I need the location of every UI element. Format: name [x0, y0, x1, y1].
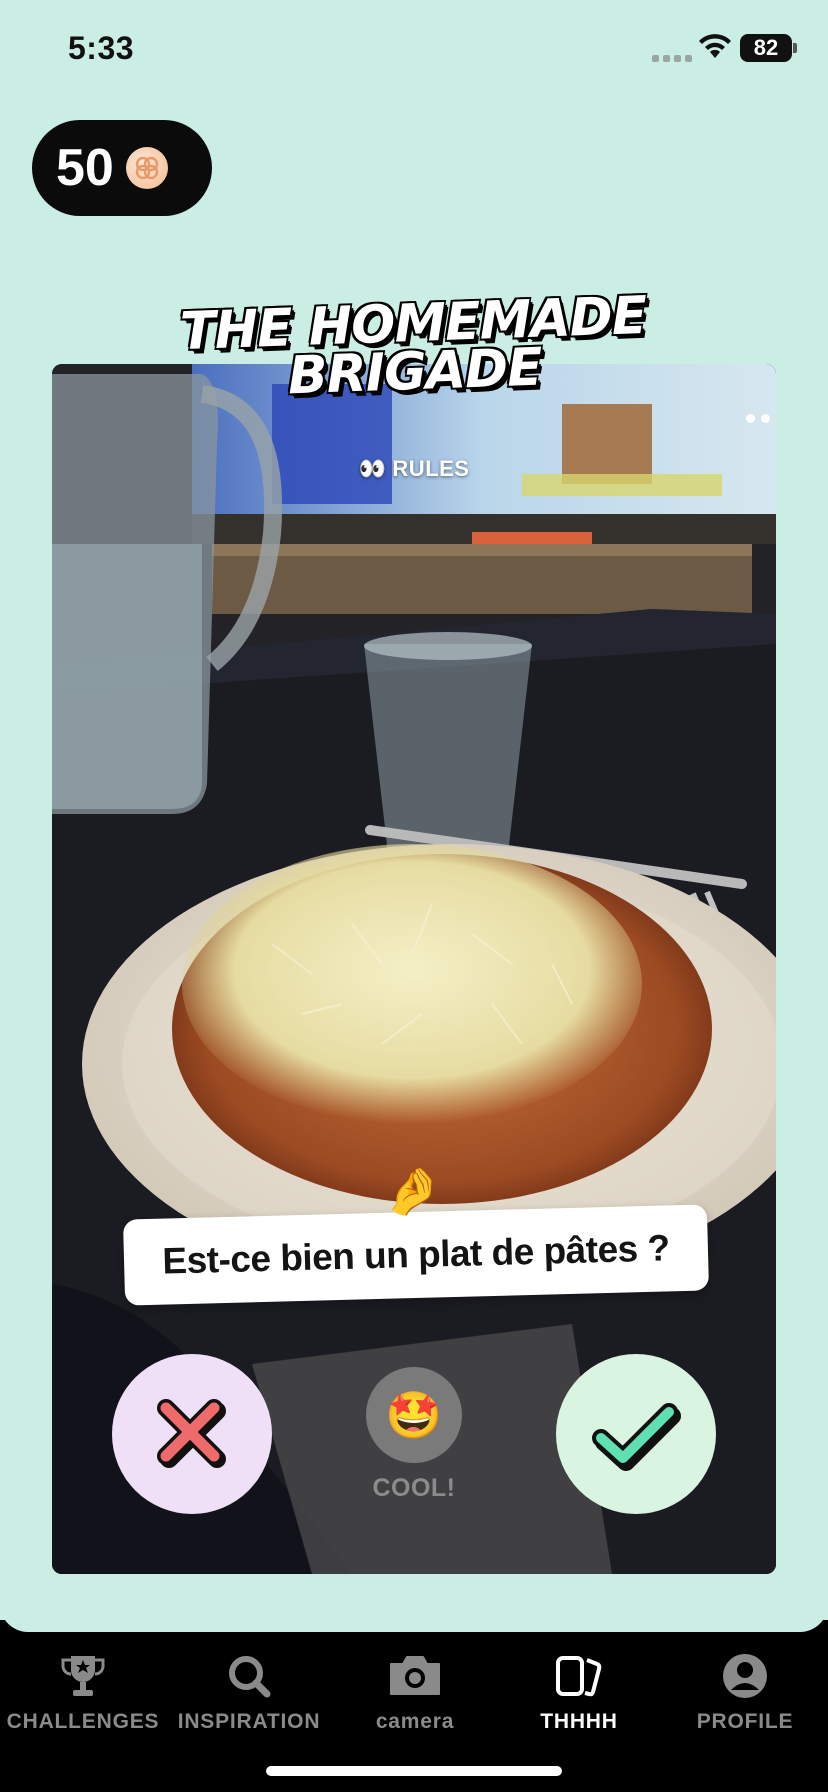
wifi-icon: [699, 34, 731, 58]
profile-icon: [723, 1654, 767, 1698]
reject-button[interactable]: [112, 1354, 272, 1514]
nav-label-challenges: CHALLENGES: [6, 1710, 160, 1733]
checkmark-icon: [592, 1403, 681, 1471]
coin-icon: [125, 147, 168, 189]
nav-label-inspiration: INSPIRATION: [177, 1710, 321, 1733]
cards-icon: [556, 1656, 602, 1697]
nav-label-profile: PROFILE: [696, 1710, 794, 1733]
search-icon: [229, 1656, 271, 1698]
nav-label-thhhh: THHHH: [540, 1710, 618, 1733]
star-struck-icon: 🤩: [385, 1388, 443, 1441]
eyes-icon: 👀: [358, 456, 387, 481]
coins-value: 50: [56, 139, 114, 197]
more-options-icon[interactable]: [746, 414, 776, 423]
cool-label: COOL!: [372, 1474, 456, 1502]
trophy-icon: [61, 1656, 105, 1696]
cellular-signal-icon: [652, 55, 692, 62]
cool-button[interactable]: 🤩: [366, 1367, 462, 1463]
status-time: 5:33: [68, 30, 135, 66]
nav-camera[interactable]: camera: [332, 1650, 498, 1734]
status-bar: 5:33 82: [0, 0, 828, 100]
approve-button[interactable]: [556, 1354, 716, 1514]
nav-thhhh[interactable]: THHHH: [496, 1650, 662, 1734]
bottom-navigation: CHALLENGES INSPIRATION camera THHHH PROF…: [0, 1592, 828, 1792]
nav-inspiration[interactable]: INSPIRATION: [166, 1650, 332, 1734]
coins-balance[interactable]: 50: [32, 120, 212, 216]
cross-icon: [157, 1399, 226, 1468]
nav-profile[interactable]: PROFILE: [662, 1650, 828, 1734]
question-text: Est-ce bien un plat de pâtes ?: [161, 1227, 671, 1282]
battery-tip: [793, 43, 797, 53]
home-indicator[interactable]: [266, 1766, 562, 1776]
rules-link[interactable]: 👀 RULES: [52, 456, 776, 482]
nav-challenges[interactable]: CHALLENGES: [0, 1650, 166, 1734]
battery-indicator: 82: [740, 34, 792, 62]
camera-icon: [390, 1656, 440, 1695]
nav-label-camera: camera: [375, 1710, 455, 1733]
pinched-fingers-icon: 🤌: [384, 1165, 442, 1217]
photo-card[interactable]: 👀 RULES 🤌 Est-ce bien un plat de pâtes ? …: [52, 364, 776, 1574]
question-banner: Est-ce bien un plat de pâtes ?: [122, 1204, 710, 1306]
rules-label: RULES: [392, 456, 470, 481]
